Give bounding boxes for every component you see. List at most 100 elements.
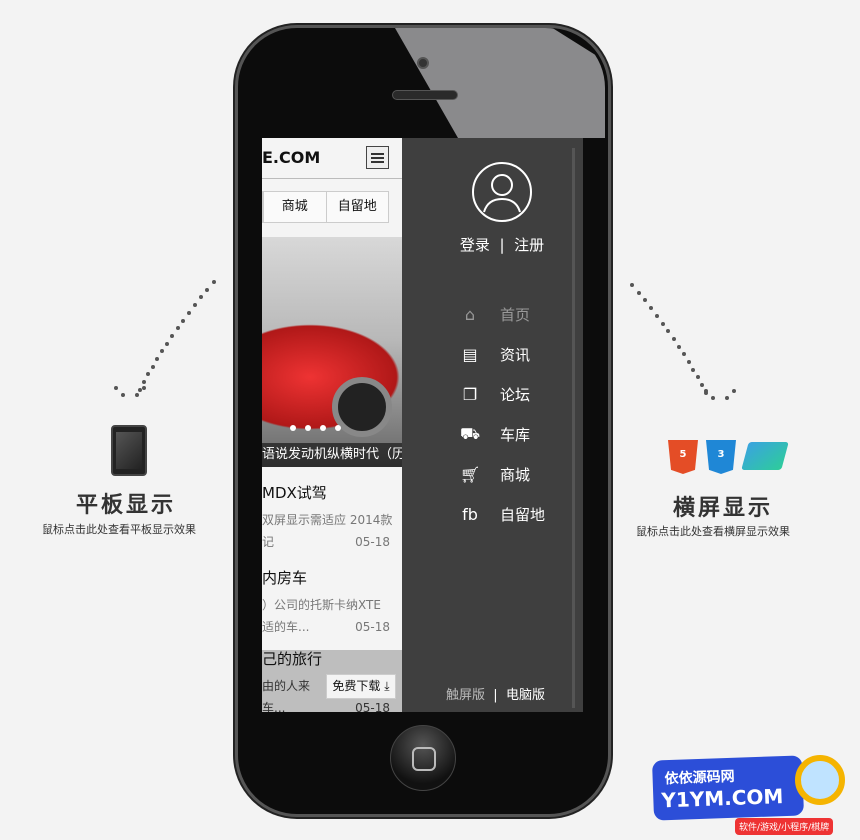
article-desc: ）公司的托斯卡纳XTE	[262, 598, 381, 612]
arrow-dot	[175, 326, 180, 331]
article-title: 内房车	[262, 569, 308, 587]
arrow-dot	[676, 344, 681, 349]
arrow-dot	[655, 313, 660, 318]
arrow-dot	[630, 283, 634, 287]
menu-item-garage[interactable]: ⛟ 车库	[460, 424, 530, 445]
arrow-dot	[636, 290, 641, 295]
arrow-dot	[212, 280, 216, 284]
article-date: 05-18	[355, 535, 390, 549]
camera	[417, 57, 429, 69]
arrow-dot	[205, 287, 210, 292]
nav-shop[interactable]: 商城	[263, 192, 326, 222]
arrow-dot	[142, 380, 147, 385]
arrow-dot	[155, 357, 160, 361]
arrow-dot	[160, 349, 165, 354]
news-icon: ▤	[462, 345, 478, 364]
article-desc: 车...	[262, 701, 286, 712]
car-wheel	[332, 377, 392, 437]
arrow-dot	[695, 375, 700, 380]
menu-label: 论坛	[500, 386, 531, 404]
menu-label: 资讯	[500, 346, 531, 364]
pc-version-link[interactable]: 电脑版	[506, 688, 545, 703]
arrow-dot	[121, 393, 125, 397]
arrow-dot	[671, 336, 676, 341]
arrow-dot	[186, 310, 191, 315]
arrow-dot	[649, 306, 654, 311]
article-item[interactable]: MDX试驾 双屏显示需适应 2014款 记 05-18	[262, 482, 402, 553]
arrow-dot	[135, 393, 139, 397]
arrow-dot	[704, 389, 708, 393]
arrow-dot	[732, 389, 736, 393]
article-desc: 记	[262, 535, 275, 549]
arrow-dot	[165, 341, 170, 346]
article-title: MDX试驾	[262, 484, 327, 502]
side-menu: 登录 | 注册 ⌂ 首页 ▤ 资讯 ❐ 论坛 ⛟ 车库 🛒︎ 商城 fb 自留地 触屏版 |…	[402, 138, 583, 712]
html5-icon: 5	[668, 440, 698, 474]
menu-item-ziliudi[interactable]: fb 自留地	[460, 504, 545, 525]
arrow-dot	[642, 298, 647, 303]
menu-item-news[interactable]: ▤ 资讯	[460, 344, 530, 365]
download-label: 免费下载	[332, 679, 381, 693]
slide-caption[interactable]: 语说发动机纵横时代（历	[262, 443, 402, 467]
arrow-dot	[146, 372, 151, 377]
site-logo[interactable]: E.COM	[262, 148, 320, 167]
touch-version-link[interactable]: 触屏版	[446, 688, 485, 703]
phone-screen: E.COM 商城 自留地 语说发动机纵横时代（历 MDX试驾 双屏显示需适应 2…	[262, 138, 583, 712]
menu-item-forum[interactable]: ❐ 论坛	[460, 384, 530, 405]
auth-links: 登录 | 注册	[459, 236, 545, 254]
tablet-display-title[interactable]: 平板显示	[76, 487, 176, 519]
arrow-dot	[660, 321, 665, 326]
css3-icon: 3	[706, 440, 736, 474]
landscape-display-subtitle[interactable]: 鼠标点击此处查看横屏显示效果	[636, 523, 790, 539]
watermark-tags: 软件/游戏/小程序/棋牌	[735, 818, 834, 835]
avatar-icon[interactable]	[472, 162, 532, 222]
menu-label: 自留地	[500, 506, 546, 524]
arrow-dot	[686, 360, 691, 364]
nav-row: 商城 自留地	[262, 191, 389, 223]
arrow-dot	[142, 386, 146, 390]
arrow-dot	[181, 318, 186, 323]
fb-icon: fb	[462, 505, 478, 524]
arrow-dot	[199, 295, 204, 300]
arrow-dot	[150, 364, 155, 369]
arrow-dot	[114, 386, 118, 390]
slider-dots[interactable]	[290, 425, 341, 431]
home-icon: ⌂	[464, 305, 476, 324]
article-item[interactable]: 内房车 ）公司的托斯卡纳XTE 适的车... 05-18	[262, 567, 402, 638]
magnifier-icon	[795, 755, 845, 805]
menu-item-home[interactable]: ⌂ 首页	[460, 304, 530, 325]
menu-label: 商城	[500, 466, 531, 484]
speaker	[392, 90, 458, 100]
tablet-display-subtitle[interactable]: 鼠标点击此处查看平板显示效果	[42, 521, 196, 537]
app-logo-icon	[741, 442, 789, 470]
article-desc: 适的车...	[262, 620, 310, 634]
arrow-dot	[711, 396, 715, 400]
download-icon: ⤓	[384, 679, 390, 693]
menu-icon[interactable]	[366, 146, 389, 169]
register-link[interactable]: 注册	[514, 236, 544, 254]
mobile-webpage: E.COM 商城 自留地 语说发动机纵横时代（历 MDX试驾 双屏显示需适应 2…	[262, 138, 402, 712]
login-link[interactable]: 登录	[460, 236, 490, 254]
menu-label: 首页	[500, 306, 531, 324]
version-switch: 触屏版 | 电脑版	[446, 688, 545, 703]
car-icon: ⛟	[460, 424, 481, 443]
menu-item-shop[interactable]: 🛒︎ 商城	[460, 464, 530, 485]
arrow-dot	[725, 396, 729, 400]
watermark-logo: 依依源码网 Y1YM.COM	[651, 755, 805, 821]
arrow-dot	[691, 367, 696, 372]
article-title: 己的旅行	[262, 650, 323, 668]
arrow-dot	[192, 303, 197, 308]
download-button[interactable]: 免费下载 ⤓	[326, 674, 396, 699]
forum-icon: ❐	[462, 385, 478, 404]
menu-label: 车库	[500, 426, 531, 444]
arrow-dot	[699, 383, 704, 388]
arrow-dot	[170, 333, 175, 338]
hero-slider[interactable]	[262, 237, 402, 467]
tablet-icon[interactable]	[111, 425, 147, 476]
home-button[interactable]	[390, 725, 456, 791]
nav-ziliudi[interactable]: 自留地	[325, 192, 389, 222]
article-desc: 双屏显示需适应 2014款	[262, 513, 393, 527]
article-date: 05-18	[355, 620, 390, 634]
landscape-display-title[interactable]: 横屏显示	[673, 490, 773, 522]
arrow-dot	[681, 352, 686, 357]
